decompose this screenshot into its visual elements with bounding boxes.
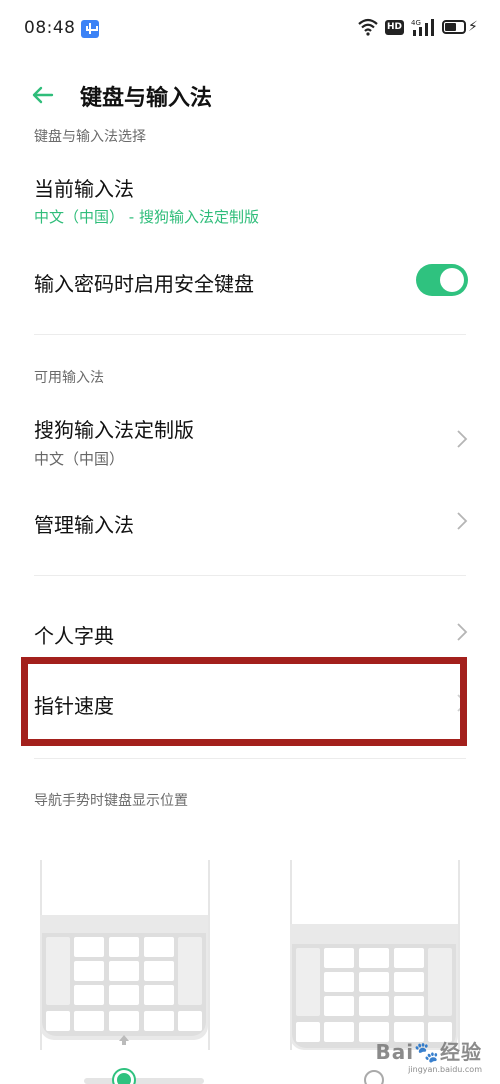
hd-icon: HD [384,19,404,35]
section-label-nav-gesture: 导航手势时键盘显示位置 [34,793,188,809]
current-ime-title: 当前输入法 [34,177,134,201]
radio-option-raised[interactable] [114,1070,134,1084]
personal-dictionary-title: 个人字典 [34,624,114,648]
toggle-knob [440,268,464,292]
chevron-right-icon [457,623,468,641]
secure-keyboard-toggle[interactable] [416,264,468,296]
signal-4g-icon: 4G [411,19,434,36]
chevron-right-icon [457,430,468,448]
secure-keyboard-title: 输入密码时启用安全键盘 [34,272,254,296]
keyboard-keys-area [42,933,206,1036]
arrow-left-icon[interactable] [28,80,58,110]
status-time: 08:48 [24,18,76,38]
highlight-annotation-box [21,657,467,746]
keyboard-position-option-bottom[interactable] [290,860,460,1050]
current-ime-value: 中文（中国） - 搜狗输入法定制版 [34,208,259,226]
wifi-icon [358,18,378,36]
page-title: 键盘与输入法 [80,86,213,111]
divider [34,575,466,576]
manage-ime-title: 管理输入法 [34,513,134,537]
divider [34,334,466,335]
watermark-logo: Bai🐾经验 jingyan.baidu.com [375,1036,482,1074]
status-icons: HD 4G ⚡ [358,18,478,36]
watermark-text-2: 经验 [440,1040,482,1064]
sogou-ime-subtitle: 中文（中国） [34,450,125,468]
watermark-sub: jingyan.baidu.com [408,1065,482,1074]
keyboard-keys-area [292,944,456,1048]
svg-text:4G: 4G [411,19,421,27]
section-label-selection: 键盘与输入法选择 [34,129,146,145]
status-bar: 08:48 HD 4G ⚡ [0,0,500,62]
usb-icon [81,20,99,38]
radio-track [84,1078,204,1084]
section-label-available: 可用输入法 [34,370,104,386]
chevron-right-icon [457,512,468,530]
divider [34,758,466,759]
keyboard-position-option-raised[interactable] [40,860,210,1050]
paw-icon: 🐾 [414,1040,440,1064]
app-header: 键盘与输入法 [0,72,500,120]
watermark-text: Bai [375,1040,415,1064]
sogou-ime-title: 搜狗输入法定制版 [34,418,194,442]
arrow-up-icon [119,1035,129,1045]
battery-charging-icon: ⚡ [442,19,478,35]
